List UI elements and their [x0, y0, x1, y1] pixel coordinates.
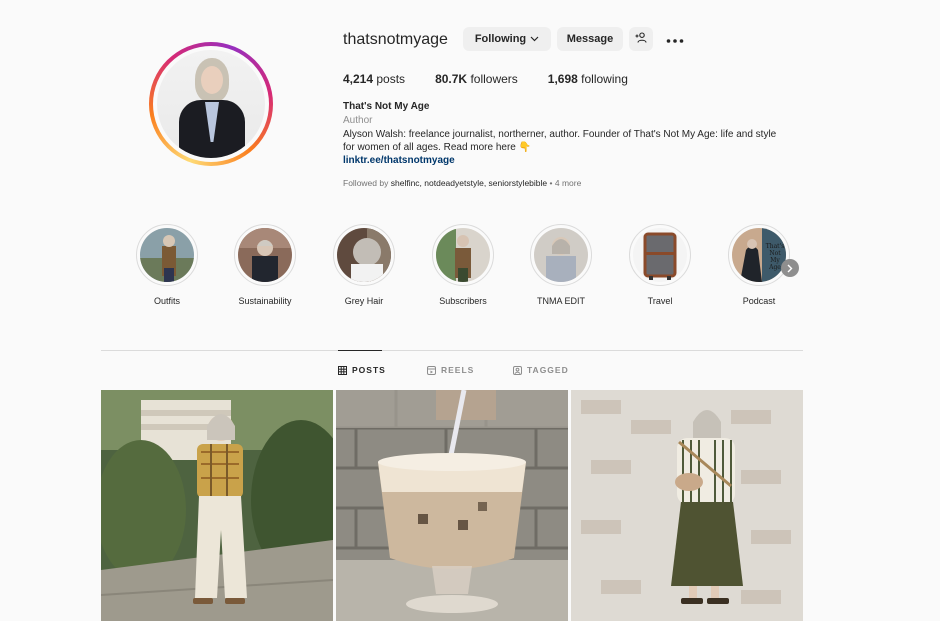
profile-full-name: That's Not My Age [343, 101, 430, 112]
highlight-travel[interactable]: Travel [625, 224, 695, 306]
message-button[interactable]: Message [557, 27, 623, 51]
reels-icon [427, 365, 436, 375]
post-thumbnail[interactable] [336, 390, 568, 621]
profile-link[interactable]: linktr.ee/thatsnotmyage [343, 155, 455, 166]
avatar-photo [157, 50, 265, 158]
highlights-next-button[interactable] [781, 259, 799, 277]
highlight-thumbnail [337, 228, 391, 282]
highlight-subscribers[interactable]: Subscribers [428, 224, 498, 306]
avatar-inner-ring [153, 46, 269, 162]
profile-bio: Alyson Walsh: freelance journalist, nort… [343, 128, 803, 154]
posts-count: 4,214 posts [343, 72, 406, 86]
active-tab-indicator [338, 350, 382, 351]
following-button[interactable]: Following [463, 27, 551, 51]
profile-username: thatsnotmyage [343, 31, 448, 48]
chevron-right-icon [787, 264, 793, 272]
highlight-tnma-edit[interactable]: TNMA EDIT [526, 224, 596, 306]
highlight-thumbnail [238, 228, 292, 282]
highlight-thumbnail: That's Not My Age [732, 228, 786, 282]
highlight-thumbnail [436, 228, 490, 282]
tagged-icon [513, 365, 522, 375]
profile-category: Author [343, 115, 373, 126]
story-highlights: Outfits Sustainability Grey Hair Subscri… [132, 224, 812, 314]
following-label: Following [474, 33, 527, 45]
post-thumbnail[interactable] [571, 390, 803, 621]
highlight-thumbnail [633, 228, 687, 282]
more-options-icon[interactable] [666, 31, 684, 47]
highlight-thumbnail [534, 228, 588, 282]
message-label: Message [566, 33, 614, 45]
tab-tagged[interactable]: TAGGED [513, 365, 569, 375]
followers-count[interactable]: 80.7K followers [435, 72, 518, 86]
profile-avatar[interactable] [149, 42, 273, 166]
tab-reels[interactable]: REELS [427, 365, 474, 375]
highlight-outfits[interactable]: Outfits [132, 224, 202, 306]
post-thumbnail[interactable] [101, 390, 333, 621]
highlight-grey-hair[interactable]: Grey Hair [329, 224, 399, 306]
tab-posts[interactable]: POSTS [338, 365, 386, 375]
profile-stats: 4,214 posts 80.7K followers 1,698 follow… [343, 72, 658, 86]
followed-by[interactable]: Followed by shelfinc, notdeadyetstyle, s… [343, 178, 581, 188]
suggest-accounts-button[interactable] [629, 27, 653, 51]
chevron-down-icon [530, 34, 539, 44]
add-user-icon [635, 32, 647, 46]
highlight-thumbnail [140, 228, 194, 282]
following-count[interactable]: 1,698 following [548, 72, 628, 86]
grid-icon [338, 365, 347, 375]
highlight-sustainability[interactable]: Sustainability [230, 224, 300, 306]
bio-line: Alyson Walsh: freelance journalist, nort… [343, 129, 777, 140]
tabs-divider [101, 350, 803, 351]
bio-line: for women of all ages. Read more here 👇 [343, 142, 532, 153]
